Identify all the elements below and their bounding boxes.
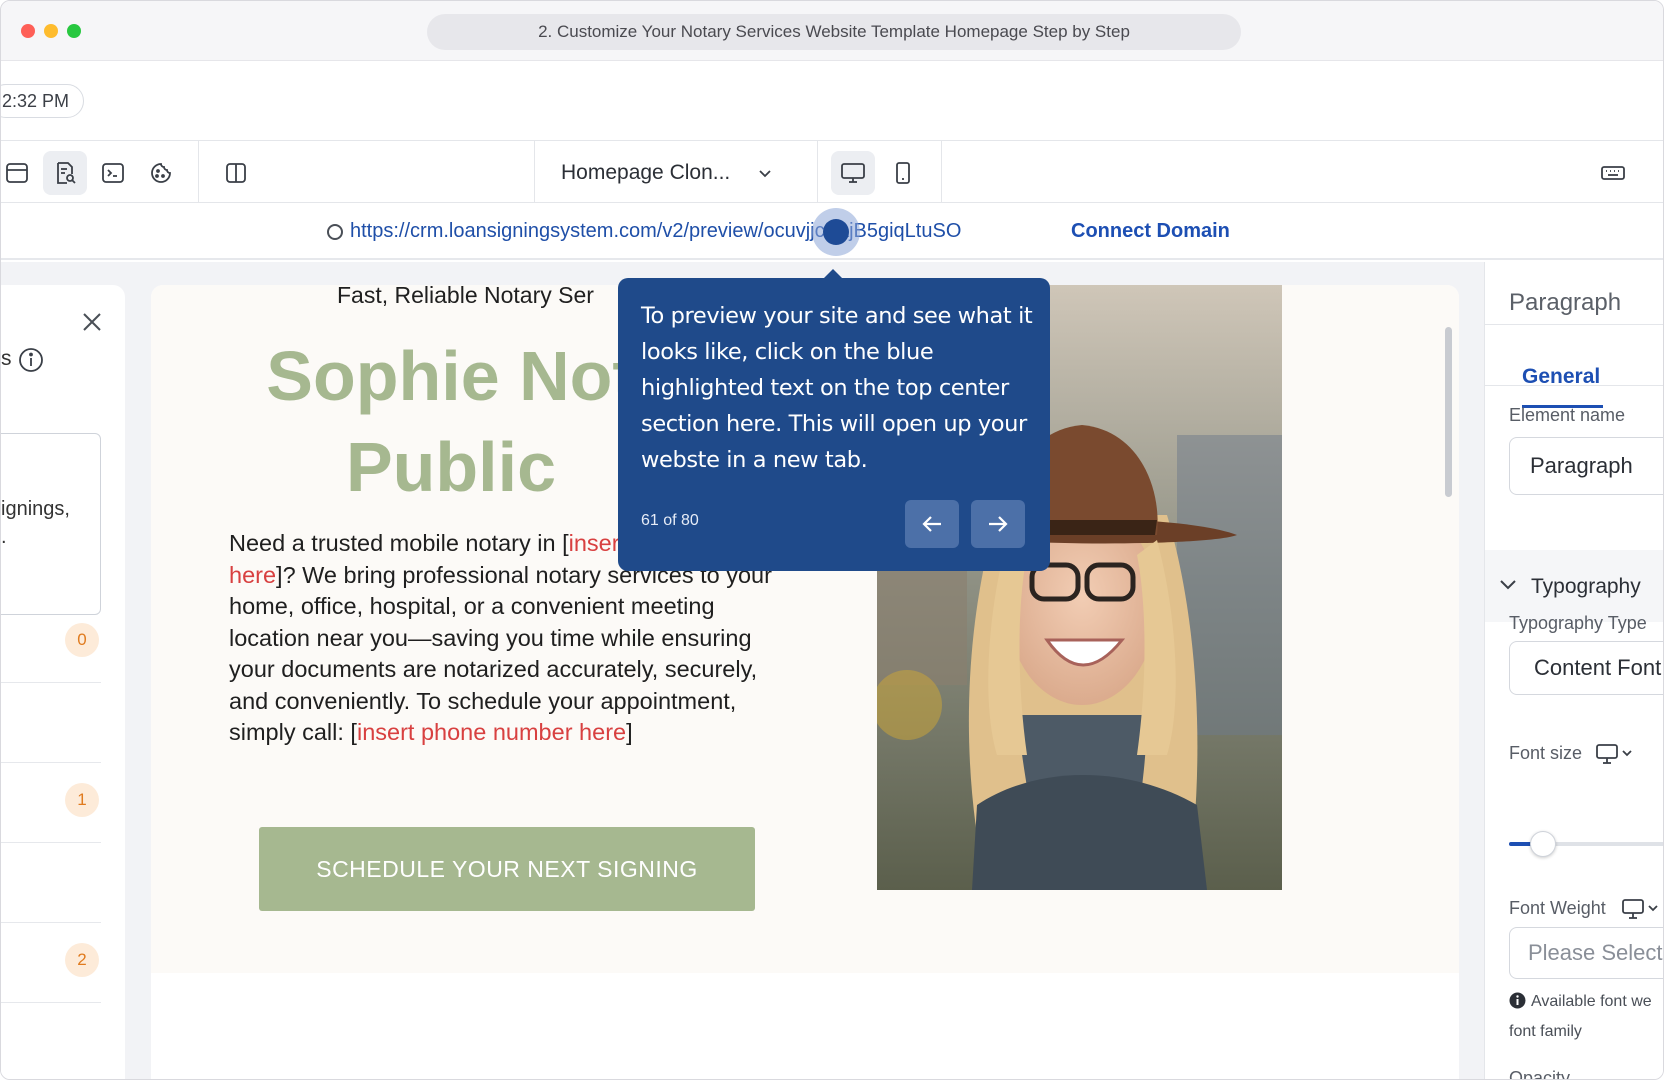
arrow-left-icon bbox=[922, 516, 941, 532]
font-size-slider-handle[interactable] bbox=[1530, 831, 1556, 857]
count-badge: 0 bbox=[65, 623, 99, 657]
properties-panel: Paragraph General Element name Paragraph… bbox=[1484, 262, 1663, 1080]
left-panel-textarea-text: ignings, . bbox=[1, 498, 70, 548]
page-select-value: Homepage Clon... bbox=[561, 161, 731, 184]
panel-title: Paragraph bbox=[1509, 289, 1622, 316]
builder-toolbar: Homepage Clon... bbox=[1, 141, 1663, 203]
url-status-icon bbox=[327, 224, 343, 240]
left-panel: s ignings, . 0 1 2 bbox=[1, 285, 125, 1079]
schedule-signing-button[interactable]: SCHEDULE YOUR NEXT SIGNING bbox=[259, 827, 755, 911]
maximize-window-button[interactable] bbox=[67, 24, 81, 38]
font-size-label: Font size bbox=[1509, 743, 1583, 763]
font-weight-select[interactable]: Please Select bbox=[1509, 927, 1663, 979]
next-step-button[interactable] bbox=[971, 500, 1025, 548]
close-icon[interactable] bbox=[81, 311, 103, 338]
canvas-scrollbar[interactable] bbox=[1445, 327, 1452, 497]
page-select[interactable]: Homepage Clon... bbox=[537, 151, 797, 195]
mobile-icon[interactable] bbox=[881, 151, 925, 195]
cookie-icon[interactable] bbox=[139, 151, 183, 195]
tutorial-tooltip: To preview your site and see what it loo… bbox=[618, 278, 1050, 571]
info-icon bbox=[1509, 992, 1526, 1014]
title-bar: 2. Customize Your Notary Services Websit… bbox=[1, 1, 1663, 61]
element-name-input[interactable]: Paragraph bbox=[1509, 437, 1663, 495]
layout-icon[interactable] bbox=[1, 151, 39, 195]
typography-section-header[interactable]: Typography bbox=[1485, 550, 1663, 622]
info-icon[interactable] bbox=[18, 347, 44, 378]
font-note-text-2: font family bbox=[1509, 1023, 1582, 1040]
desktop-icon[interactable] bbox=[831, 151, 875, 195]
time-chip: 2:32 PM bbox=[1, 84, 85, 118]
connect-domain-link[interactable]: Connect Domain bbox=[1071, 220, 1230, 243]
tooltip-text: To preview your site and see what it loo… bbox=[641, 303, 1033, 473]
previous-step-button[interactable] bbox=[905, 500, 959, 548]
close-window-button[interactable] bbox=[21, 24, 35, 38]
tutorial-hotspot[interactable] bbox=[812, 208, 860, 256]
element-name-label: Element name bbox=[1509, 405, 1626, 425]
chevron-down-icon bbox=[1499, 578, 1517, 597]
preview-url-link[interactable]: https://crm.loansigningsystem.com/v2/pre… bbox=[350, 220, 961, 243]
split-view-icon[interactable] bbox=[214, 151, 258, 195]
keyboard-icon[interactable] bbox=[1591, 151, 1635, 195]
font-weight-label: Font Weight bbox=[1509, 898, 1606, 918]
app-window: 2. Customize Your Notary Services Websit… bbox=[0, 0, 1664, 1080]
typography-type-label: Typography Type bbox=[1509, 613, 1647, 633]
device-desktop-icon[interactable] bbox=[1621, 898, 1663, 925]
seo-preview-icon[interactable] bbox=[43, 151, 87, 195]
arrow-right-icon bbox=[989, 516, 1008, 532]
typography-type-select[interactable]: Content Font bbox=[1509, 641, 1663, 695]
hero-tagline[interactable]: Fast, Reliable Notary Ser bbox=[337, 285, 594, 309]
font-note-text: Available font we bbox=[1531, 993, 1652, 1010]
chevron-down-icon bbox=[757, 163, 773, 187]
left-panel-heading: s bbox=[1, 347, 12, 370]
header-row: 2:32 PM bbox=[1, 61, 1663, 141]
count-badge: 2 bbox=[65, 943, 99, 977]
code-icon[interactable] bbox=[91, 151, 135, 195]
opacity-label: Opacity bbox=[1509, 1068, 1571, 1080]
tooltip-step-counter: 61 of 80 bbox=[641, 512, 699, 529]
window-title: 2. Customize Your Notary Services Websit… bbox=[427, 14, 1241, 50]
count-badge: 1 bbox=[65, 783, 99, 817]
typography-section-title: Typography bbox=[1531, 575, 1641, 598]
minimize-window-button[interactable] bbox=[44, 24, 58, 38]
device-desktop-icon[interactable] bbox=[1595, 743, 1637, 770]
